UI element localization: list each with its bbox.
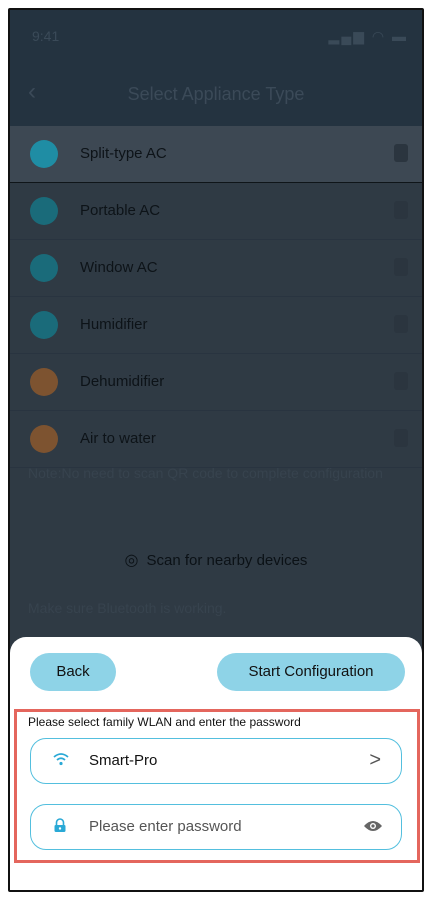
appliance-label: Split-type AC — [80, 145, 167, 162]
portable-ac-icon — [30, 197, 58, 225]
radar-icon: ◎ — [124, 552, 139, 569]
status-time: 9:41 — [32, 28, 60, 44]
lock-icon — [53, 818, 67, 837]
bottom-sheet: Back Start Configuration Please select f… — [10, 637, 422, 890]
password-field[interactable]: Please enter password — [30, 804, 402, 850]
appliance-item-window-ac[interactable]: Window AC — [10, 240, 422, 297]
wifi-name: Smart-Pro — [89, 752, 158, 769]
appliance-label: Air to water — [80, 430, 156, 447]
password-placeholder: Please enter password — [89, 818, 242, 835]
phone-frame: 9:41 ▂▄▆ ◠ ▬ ‹ Select Appliance Type Spl… — [8, 8, 424, 892]
appliance-label: Dehumidifier — [80, 373, 165, 390]
appliance-item-split-ac[interactable]: Split-type AC — [10, 126, 422, 183]
nav-bar: ‹ Select Appliance Type — [10, 66, 422, 126]
appliance-label: Humidifier — [80, 316, 148, 333]
chevron-right-icon — [394, 315, 408, 333]
scan-nearby-button[interactable]: ◎ Scan for nearby devices — [10, 550, 422, 570]
wifi-icon — [53, 752, 69, 770]
chevron-right-icon — [394, 372, 408, 390]
humidifier-icon — [30, 311, 58, 339]
chevron-right-icon — [394, 144, 408, 162]
appliance-label: Portable AC — [80, 202, 161, 219]
show-password-eye-icon[interactable] — [363, 819, 383, 833]
chevron-right-icon — [394, 258, 408, 276]
page-title: Select Appliance Type — [127, 84, 305, 104]
split-ac-icon — [30, 140, 58, 168]
air-to-water-icon — [30, 425, 58, 453]
window-ac-icon — [30, 254, 58, 282]
dehumidifier-icon — [30, 368, 58, 396]
chevron-right-icon — [394, 201, 408, 219]
appliance-list: Split-type AC Portable AC Window AC Humi… — [10, 126, 422, 468]
appliance-label: Window AC — [80, 259, 158, 276]
appliance-item-dehumidifier[interactable]: Dehumidifier — [10, 354, 422, 411]
status-bar: 9:41 ▂▄▆ ◠ ▬ — [10, 10, 422, 66]
wifi-selector[interactable]: Smart-Pro > — [30, 738, 402, 784]
signal-wifi-battery-icons: ▂▄▆ ◠ ▬ — [328, 28, 408, 44]
bluetooth-note: Make sure Bluetooth is working. — [28, 600, 227, 616]
qr-note: Note:No need to scan QR code to complete… — [28, 465, 383, 481]
chevron-right-icon: > — [369, 749, 381, 771]
wlan-hint: Please select family WLAN and enter the … — [28, 715, 301, 729]
chevron-right-icon — [394, 429, 408, 447]
start-configuration-button[interactable]: Start Configuration — [217, 653, 405, 691]
scan-label: Scan for nearby devices — [146, 552, 308, 569]
appliance-item-humidifier[interactable]: Humidifier — [10, 297, 422, 354]
appliance-item-air-to-water[interactable]: Air to water — [10, 411, 422, 468]
back-button[interactable]: Back — [30, 653, 116, 691]
appliance-item-portable-ac[interactable]: Portable AC — [10, 183, 422, 240]
